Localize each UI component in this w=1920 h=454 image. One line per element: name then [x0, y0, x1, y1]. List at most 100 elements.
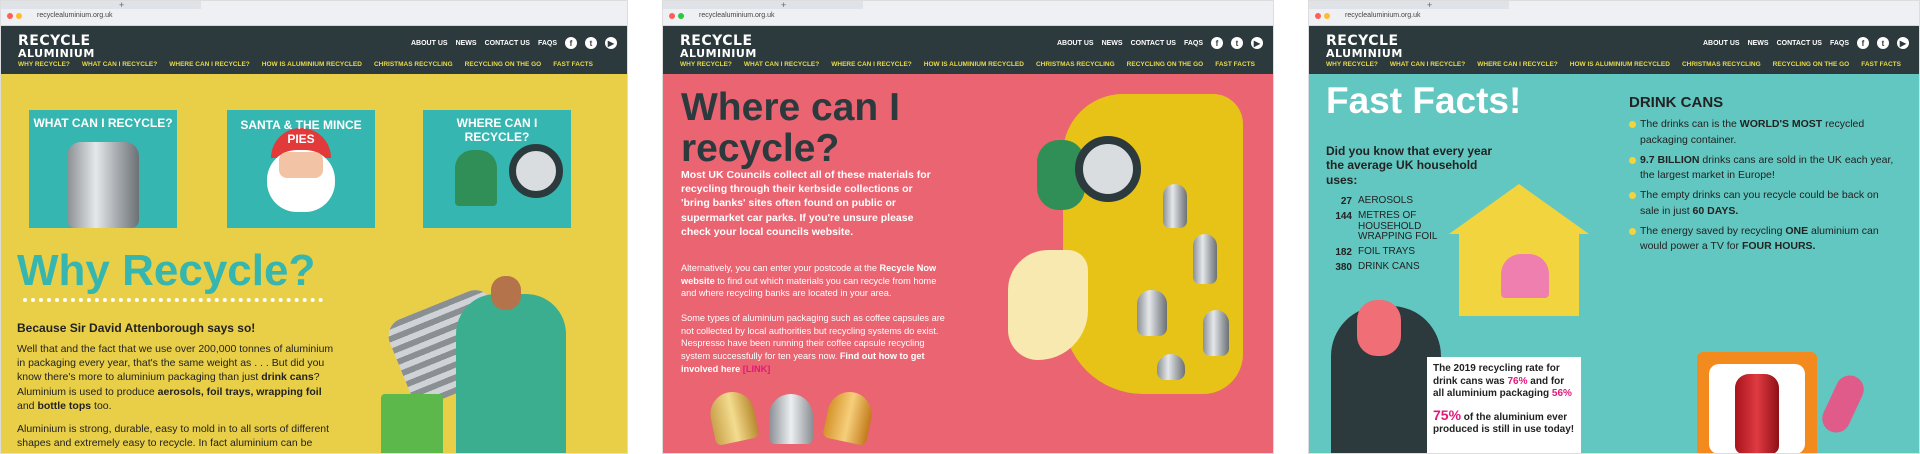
close-window-icon[interactable]: [1315, 13, 1321, 19]
lead-paragraph: Most UK Councils collect all of these ma…: [681, 169, 931, 238]
main-content: Fast Facts! Did you know that every year…: [1309, 74, 1919, 453]
household-question: Did you know that every year the average…: [1326, 144, 1493, 187]
person-head-illustration: [491, 276, 521, 310]
coffee-capsule-silver-illustration: [769, 394, 813, 444]
new-tab-icon[interactable]: +: [1427, 1, 1432, 10]
tile-where-can-i-recycle[interactable]: WHERE CAN I RECYCLE?: [423, 110, 571, 228]
main-content: WHAT CAN I RECYCLE? SANTA & THE MINCE PI…: [1, 74, 627, 453]
subnav-christmas-recycling[interactable]: CHRISTMAS RECYCLING: [374, 61, 453, 68]
list-item: 182 FOIL TRAYS: [1335, 245, 1416, 258]
subheading: Because Sir David Attenborough says so!: [17, 321, 256, 335]
address-bar[interactable]: recyclealuminium.org.uk: [37, 12, 112, 19]
foil-tray-illustration: [1157, 354, 1185, 380]
browser-tab[interactable]: [1309, 1, 1509, 9]
subnav-what-can-i-recycle[interactable]: WHAT CAN I RECYCLE?: [1390, 61, 1465, 68]
nav-about-us[interactable]: ABOUT US: [1703, 40, 1740, 47]
drink-can-illustration: [67, 142, 139, 228]
nav-faqs[interactable]: FAQS: [538, 40, 557, 47]
drink-can-illustration: [1203, 310, 1229, 356]
subnav-christmas-recycling[interactable]: CHRISTMAS RECYCLING: [1036, 61, 1115, 68]
coffee-capsule-gold-illustration: [706, 387, 760, 447]
fact-item: The energy saved by recycling ONE alumin…: [1629, 224, 1894, 256]
subnav-where-can-i-recycle[interactable]: WHERE CAN I RECYCLE?: [831, 61, 912, 68]
subnav-what-can-i-recycle[interactable]: WHAT CAN I RECYCLE?: [744, 61, 819, 68]
subnav-why-recycle[interactable]: WHY RECYCLE?: [1326, 61, 1378, 68]
facebook-icon[interactable]: f: [565, 37, 577, 49]
tile-what-can-i-recycle[interactable]: WHAT CAN I RECYCLE?: [29, 110, 177, 228]
subnav-recycling-on-the-go[interactable]: RECYCLING ON THE GO: [1773, 61, 1850, 68]
youtube-icon[interactable]: ▶: [1251, 37, 1263, 49]
twitter-icon[interactable]: t: [585, 37, 597, 49]
sub-nav: WHY RECYCLE? WHAT CAN I RECYCLE? WHERE C…: [1326, 61, 1901, 68]
new-tab-icon[interactable]: +: [781, 1, 786, 10]
site-logo[interactable]: RECYCLE ALUMINIUM: [1326, 34, 1403, 59]
facebook-icon[interactable]: f: [1857, 37, 1869, 49]
fact-item: The drinks can is the WORLD'S MOST recyc…: [1629, 117, 1894, 149]
nav-about-us[interactable]: ABOUT US: [1057, 40, 1094, 47]
nav-about-us[interactable]: ABOUT US: [411, 40, 448, 47]
sub-nav: WHY RECYCLE? WHAT CAN I RECYCLE? WHERE C…: [18, 61, 593, 68]
tile-label: SANTA & THE MINCE PIES: [240, 118, 362, 146]
link-tag[interactable]: [LINK]: [740, 364, 771, 374]
tile-santa-mince-pies[interactable]: SANTA & THE MINCE PIES: [227, 110, 375, 228]
facebook-icon[interactable]: f: [1211, 37, 1223, 49]
subnav-why-recycle[interactable]: WHY RECYCLE?: [18, 61, 70, 68]
nav-news[interactable]: NEWS: [456, 40, 477, 47]
dotted-divider: [23, 298, 323, 302]
tile-label: WHAT CAN I RECYCLE?: [33, 116, 173, 130]
site-logo[interactable]: RECYCLE ALUMINIUM: [680, 34, 757, 59]
minimize-window-icon[interactable]: [16, 13, 22, 19]
top-nav: ABOUT US NEWS CONTACT US FAQS f t ▶: [411, 37, 617, 49]
santa-face-illustration: [279, 152, 323, 178]
maximize-window-icon[interactable]: [678, 13, 684, 19]
minimize-window-icon[interactable]: [1324, 13, 1330, 19]
second-paragraph: Aluminium is strong, durable, easy to mo…: [17, 423, 330, 450]
subnav-fast-facts[interactable]: FAST FACTS: [553, 61, 593, 68]
nav-faqs[interactable]: FAQS: [1830, 40, 1849, 47]
recycling-bin-illustration: [381, 394, 443, 453]
drink-cans-facts: DRINK CANS The drinks can is the WORLD'S…: [1629, 94, 1894, 259]
coffee-capsule-paragraph: Some types of aluminium packaging such a…: [681, 313, 945, 374]
subnav-how-is-aluminium-recycled[interactable]: HOW IS ALUMINIUM RECYCLED: [1570, 61, 1670, 68]
subnav-fast-facts[interactable]: FAST FACTS: [1861, 61, 1901, 68]
twitter-icon[interactable]: t: [1877, 37, 1889, 49]
fact-item: The empty drinks can you recycle could b…: [1629, 188, 1894, 220]
nav-contact-us[interactable]: CONTACT US: [485, 40, 530, 47]
subnav-christmas-recycling[interactable]: CHRISTMAS RECYCLING: [1682, 61, 1761, 68]
nav-faqs[interactable]: FAQS: [1184, 40, 1203, 47]
person-head-illustration: [1357, 300, 1401, 356]
address-bar[interactable]: recyclealuminium.org.uk: [1345, 12, 1420, 19]
drink-can-illustration: [1137, 290, 1167, 336]
list-item: 144 METRES OF HOUSEHOLD WRAPPING FOIL: [1335, 210, 1438, 242]
browser-window-fast-facts: recyclealuminium.org.uk + RECYCLE ALUMINI…: [1308, 0, 1920, 454]
nav-news[interactable]: NEWS: [1102, 40, 1123, 47]
nav-contact-us[interactable]: CONTACT US: [1777, 40, 1822, 47]
page-title: Where can Irecycle?: [681, 86, 900, 170]
subnav-where-can-i-recycle[interactable]: WHERE CAN I RECYCLE?: [1477, 61, 1558, 68]
browser-tab[interactable]: [1, 1, 201, 9]
close-window-icon[interactable]: [7, 13, 13, 19]
youtube-icon[interactable]: ▶: [1897, 37, 1909, 49]
subnav-what-can-i-recycle[interactable]: WHAT CAN I RECYCLE?: [82, 61, 157, 68]
jumping-person-illustration: [1817, 370, 1869, 438]
subnav-how-is-aluminium-recycled[interactable]: HOW IS ALUMINIUM RECYCLED: [262, 61, 362, 68]
page-title: Fast Facts!: [1326, 80, 1522, 121]
address-bar[interactable]: recyclealuminium.org.uk: [699, 12, 774, 19]
youtube-icon[interactable]: ▶: [605, 37, 617, 49]
subnav-where-can-i-recycle[interactable]: WHERE CAN I RECYCLE?: [169, 61, 250, 68]
subnav-why-recycle[interactable]: WHY RECYCLE?: [680, 61, 732, 68]
new-tab-icon[interactable]: +: [119, 1, 124, 10]
subnav-recycling-on-the-go[interactable]: RECYCLING ON THE GO: [465, 61, 542, 68]
nav-news[interactable]: NEWS: [1748, 40, 1769, 47]
close-window-icon[interactable]: [669, 13, 675, 19]
browser-chrome: recyclealuminium.org.uk +: [1309, 1, 1919, 26]
subnav-fast-facts[interactable]: FAST FACTS: [1215, 61, 1255, 68]
browser-tab[interactable]: [663, 1, 863, 9]
twitter-icon[interactable]: t: [1231, 37, 1243, 49]
intro-paragraph: Well that and the fact that we use over …: [17, 343, 334, 412]
site-logo[interactable]: RECYCLE ALUMINIUM: [18, 34, 95, 59]
subnav-how-is-aluminium-recycled[interactable]: HOW IS ALUMINIUM RECYCLED: [924, 61, 1024, 68]
nav-contact-us[interactable]: CONTACT US: [1131, 40, 1176, 47]
subnav-recycling-on-the-go[interactable]: RECYCLING ON THE GO: [1127, 61, 1204, 68]
fact-item: 9.7 BILLION drinks cans are sold in the …: [1629, 153, 1894, 185]
